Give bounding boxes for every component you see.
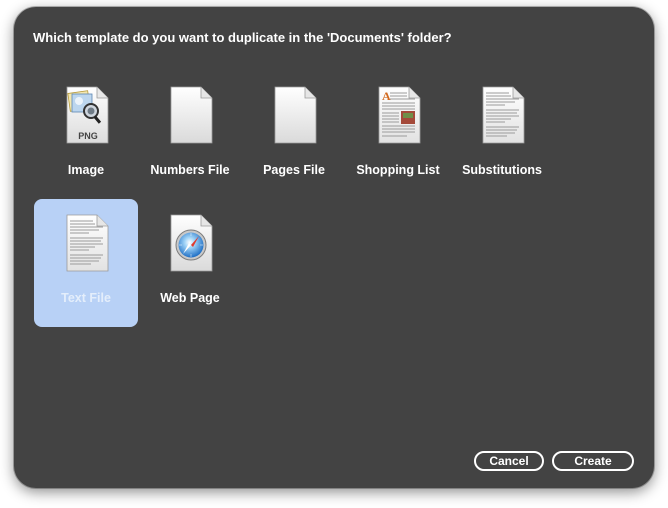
template-item-substitutions[interactable]: Substitutions xyxy=(450,71,554,199)
template-item-numbers-file[interactable]: Numbers File xyxy=(138,71,242,199)
template-label-web-page: Web Page xyxy=(160,291,220,305)
create-button[interactable]: Create xyxy=(552,451,634,471)
safari-compass-icon xyxy=(170,214,213,272)
illustrated-document-icon: A xyxy=(378,86,421,144)
svg-text:A: A xyxy=(382,89,391,103)
template-item-shopping-list[interactable]: A Shopping List xyxy=(346,71,450,199)
blank-document-icon xyxy=(170,86,213,144)
text-document-icon xyxy=(66,214,109,272)
cancel-button[interactable]: Cancel xyxy=(474,451,544,471)
blank-document-icon xyxy=(274,86,317,144)
template-label-substitutions: Substitutions xyxy=(462,163,542,177)
template-chooser-dialog: Which template do you want to duplicate … xyxy=(14,7,654,488)
dialog-prompt: Which template do you want to duplicate … xyxy=(33,30,452,45)
template-item-pages-file[interactable]: Pages File xyxy=(242,71,346,199)
png-badge: PNG xyxy=(78,131,98,141)
png-image-icon: PNG xyxy=(66,86,109,144)
template-item-image[interactable]: PNG Image xyxy=(34,71,138,199)
template-item-text-file[interactable]: Text File xyxy=(34,199,138,327)
template-item-web-page[interactable]: Web Page xyxy=(138,199,242,327)
text-document-icon xyxy=(482,86,525,144)
